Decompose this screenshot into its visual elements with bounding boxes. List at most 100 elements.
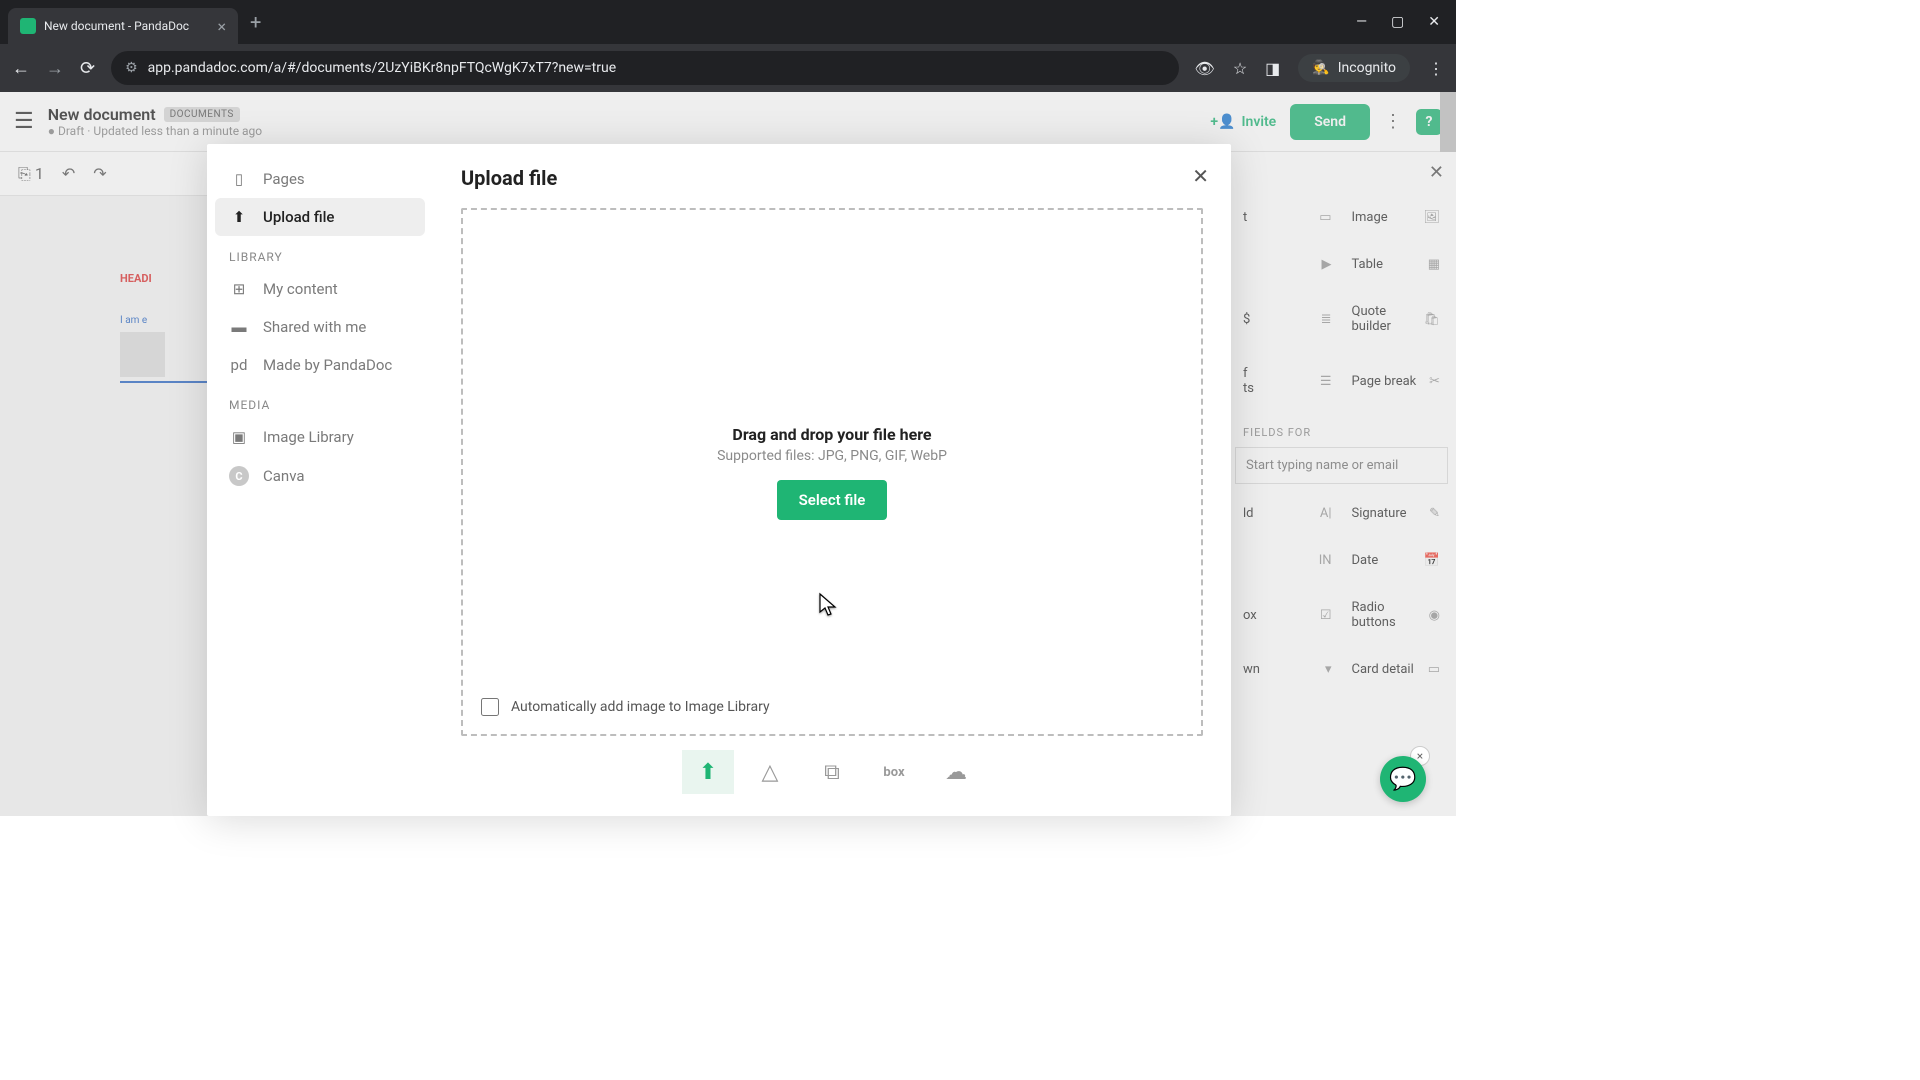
provider-dropbox[interactable]: ⧉ xyxy=(806,750,858,794)
incognito-icon: 🕵 xyxy=(1312,60,1329,76)
invite-icon: +👤 xyxy=(1210,114,1235,130)
canvas-body: I am e xyxy=(120,315,210,326)
field-radio[interactable]: Radio buttons◉ xyxy=(1344,586,1449,644)
block-toc[interactable]: fts☰ xyxy=(1235,352,1340,410)
field-text[interactable]: ldA| xyxy=(1235,492,1340,535)
quote-icon: 🛍 xyxy=(1423,312,1440,327)
address-bar[interactable]: ⚙ app.pandadoc.com/a/#/documents/2UzYiBK… xyxy=(111,51,1178,85)
block-image[interactable]: Image🖼 xyxy=(1344,196,1449,239)
document-canvas: HEADI I am e xyxy=(120,272,210,383)
browser-tabstrip: New document - PandaDoc × + — ▢ ✕ xyxy=(0,0,1456,44)
document-badge: DOCUMENTS xyxy=(164,107,240,122)
dropbox-icon: ⧉ xyxy=(824,760,840,785)
block-quote[interactable]: Quote builder🛍 xyxy=(1344,290,1449,348)
select-file-button[interactable]: Select file xyxy=(777,480,888,520)
more-icon[interactable]: ⋮ xyxy=(1384,111,1402,132)
chat-button[interactable]: 💬 xyxy=(1380,756,1426,802)
card-icon: ▭ xyxy=(1428,662,1440,677)
tab-close-icon[interactable]: × xyxy=(217,17,226,36)
sidebar-item-canva[interactable]: C Canva xyxy=(215,456,425,496)
provider-box[interactable]: box xyxy=(868,750,920,794)
upload-arrow-icon: ⬆ xyxy=(699,760,717,785)
bookmark-icon[interactable]: ☆ xyxy=(1233,59,1247,78)
new-tab-button[interactable]: + xyxy=(250,10,261,34)
block-table[interactable]: Table▦ xyxy=(1344,243,1449,286)
folder-icon: ▬ xyxy=(229,318,249,336)
field-checkbox[interactable]: ox☑ xyxy=(1235,586,1340,644)
tab-title: New document - PandaDoc xyxy=(44,19,209,33)
incognito-badge[interactable]: 🕵 Incognito xyxy=(1298,54,1410,82)
modal-main: Upload file ✕ Drag and drop your file he… xyxy=(433,144,1231,816)
favicon xyxy=(20,18,36,34)
field-dropdown[interactable]: wn▾ xyxy=(1235,648,1340,691)
block-text[interactable]: t▭ xyxy=(1235,196,1340,239)
maximize-icon[interactable]: ▢ xyxy=(1391,14,1404,30)
radio-icon: ◉ xyxy=(1429,608,1440,623)
eye-off-icon[interactable]: 👁 xyxy=(1195,59,1215,78)
pages-icon: ⎘ xyxy=(18,164,31,184)
canva-icon: C xyxy=(229,466,249,486)
undo-icon[interactable]: ↶ xyxy=(62,164,75,183)
recipient-input[interactable] xyxy=(1235,447,1448,484)
dropzone-subtitle: Supported files: JPG, PNG, GIF, WebP xyxy=(717,448,947,464)
redo-icon[interactable]: ↷ xyxy=(93,164,106,183)
provider-upload[interactable]: ⬆ xyxy=(682,750,734,794)
upload-icon: ⬆ xyxy=(229,208,249,226)
dropzone[interactable]: Drag and drop your file here Supported f… xyxy=(461,208,1203,736)
close-panel-icon[interactable]: ✕ xyxy=(1429,162,1444,183)
panda-icon: pd xyxy=(229,356,249,374)
modal-title: Upload file xyxy=(461,166,1203,190)
updated-text: Updated less than a minute ago xyxy=(93,124,262,138)
site-settings-icon[interactable]: ⚙ xyxy=(125,60,138,76)
date-icon: 📅 xyxy=(1424,553,1440,568)
sidebar-item-made-by[interactable]: pd Made by PandaDoc xyxy=(215,346,425,384)
block-pagebreak[interactable]: Page break✂ xyxy=(1344,352,1449,410)
pagebreak-icon: ✂ xyxy=(1429,374,1440,389)
canvas-heading: HEADI xyxy=(120,272,210,285)
block-video[interactable]: ▶ xyxy=(1235,243,1340,286)
reload-icon[interactable]: ⟳ xyxy=(80,58,95,79)
panel-icon[interactable]: ◨ xyxy=(1265,59,1280,78)
menu-icon[interactable]: ☰ xyxy=(14,109,34,134)
modal-close-icon[interactable]: ✕ xyxy=(1192,164,1209,188)
image-placeholder[interactable] xyxy=(120,332,165,377)
sidebar-item-shared[interactable]: ▬ Shared with me xyxy=(215,308,425,346)
block-pricing[interactable]: $≣ xyxy=(1235,290,1340,348)
browser-tab[interactable]: New document - PandaDoc × xyxy=(8,8,238,44)
dropzone-title: Drag and drop your file here xyxy=(732,425,931,444)
minimize-icon[interactable]: — xyxy=(1356,14,1367,30)
close-window-icon[interactable]: ✕ xyxy=(1428,14,1440,30)
auto-add-checkbox[interactable]: Automatically add image to Image Library xyxy=(481,698,770,716)
browser-menu-icon[interactable]: ⋮ xyxy=(1428,59,1444,78)
toc-icon: ☰ xyxy=(1320,374,1332,389)
video-icon: ▶ xyxy=(1322,257,1332,272)
image-library-icon: ▣ xyxy=(229,428,249,446)
back-icon[interactable]: ← xyxy=(12,58,30,79)
sidebar-item-my-content[interactable]: ⊞ My content xyxy=(215,270,425,308)
field-signature[interactable]: Signature✎ xyxy=(1344,492,1449,535)
upload-modal: ▯ Pages ⬆ Upload file LIBRARY ⊞ My conte… xyxy=(207,144,1231,816)
provider-gdrive[interactable]: △ xyxy=(744,750,796,794)
status-text: Draft xyxy=(48,124,85,138)
forward-icon[interactable]: → xyxy=(46,58,64,79)
onedrive-icon: ☁ xyxy=(945,760,967,785)
provider-row: ⬆ △ ⧉ box ☁ xyxy=(461,736,1203,794)
help-button[interactable]: ? xyxy=(1416,109,1442,135)
invite-button[interactable]: +👤 Invite xyxy=(1210,114,1276,130)
field-initials[interactable]: IN xyxy=(1235,539,1340,582)
sidebar-item-upload[interactable]: ⬆ Upload file xyxy=(215,198,425,236)
field-date[interactable]: Date📅 xyxy=(1344,539,1449,582)
text-icon: ▭ xyxy=(1319,210,1331,225)
pages-indicator[interactable]: ⎘ 1 xyxy=(18,164,44,184)
sidebar-item-pages[interactable]: ▯ Pages xyxy=(215,160,425,198)
auto-add-input[interactable] xyxy=(481,698,499,716)
sidebar-item-image-library[interactable]: ▣ Image Library xyxy=(215,418,425,456)
window-controls: — ▢ ✕ xyxy=(1356,14,1456,30)
send-button[interactable]: Send xyxy=(1290,104,1370,140)
library-label: LIBRARY xyxy=(215,236,425,270)
field-card[interactable]: Card detail▭ xyxy=(1344,648,1449,691)
dropdown-icon: ▾ xyxy=(1325,662,1332,677)
media-label: MEDIA xyxy=(215,384,425,418)
document-title[interactable]: New document xyxy=(48,105,156,124)
provider-onedrive[interactable]: ☁ xyxy=(930,750,982,794)
